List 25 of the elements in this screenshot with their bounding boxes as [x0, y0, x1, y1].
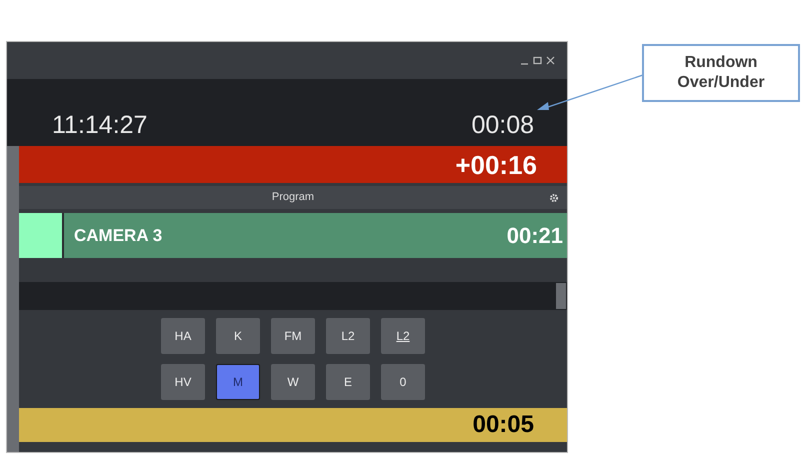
program-row[interactable]: CAMERA 3 00:21 [19, 213, 567, 258]
source-duration: 00:21 [506, 222, 563, 250]
source-color-swatch [19, 213, 64, 258]
shortcut-button[interactable]: FM [271, 318, 315, 354]
shortcut-button[interactable]: K [216, 318, 260, 354]
shortcut-button[interactable]: L2 [381, 318, 425, 354]
shortcut-button[interactable]: L2 [326, 318, 370, 354]
over-under-time: 00:08 [471, 113, 534, 138]
callout-text: Rundown Over/Under [676, 53, 766, 93]
close-icon[interactable] [546, 56, 555, 65]
maximize-icon[interactable] [533, 56, 542, 65]
settings-icon[interactable] [549, 192, 559, 202]
shortcut-button[interactable]: 0 [381, 364, 425, 400]
shortcut-button[interactable]: HA [161, 318, 205, 354]
shortcut-button[interactable]: W [271, 364, 315, 400]
list-scrollbar[interactable] [556, 283, 566, 309]
shortcut-button[interactable]: HV [161, 364, 205, 400]
source-name: CAMERA 3 [74, 224, 162, 247]
shortcut-button[interactable]: E [326, 364, 370, 400]
program-title: Program [272, 190, 314, 206]
scrollbar[interactable] [7, 146, 19, 452]
clock-time: 11:14:27 [52, 113, 148, 138]
shortcut-button[interactable]: M [216, 364, 260, 400]
over-under-value: +00:16 [455, 152, 537, 178]
countdown-value: 00:05 [472, 413, 534, 437]
